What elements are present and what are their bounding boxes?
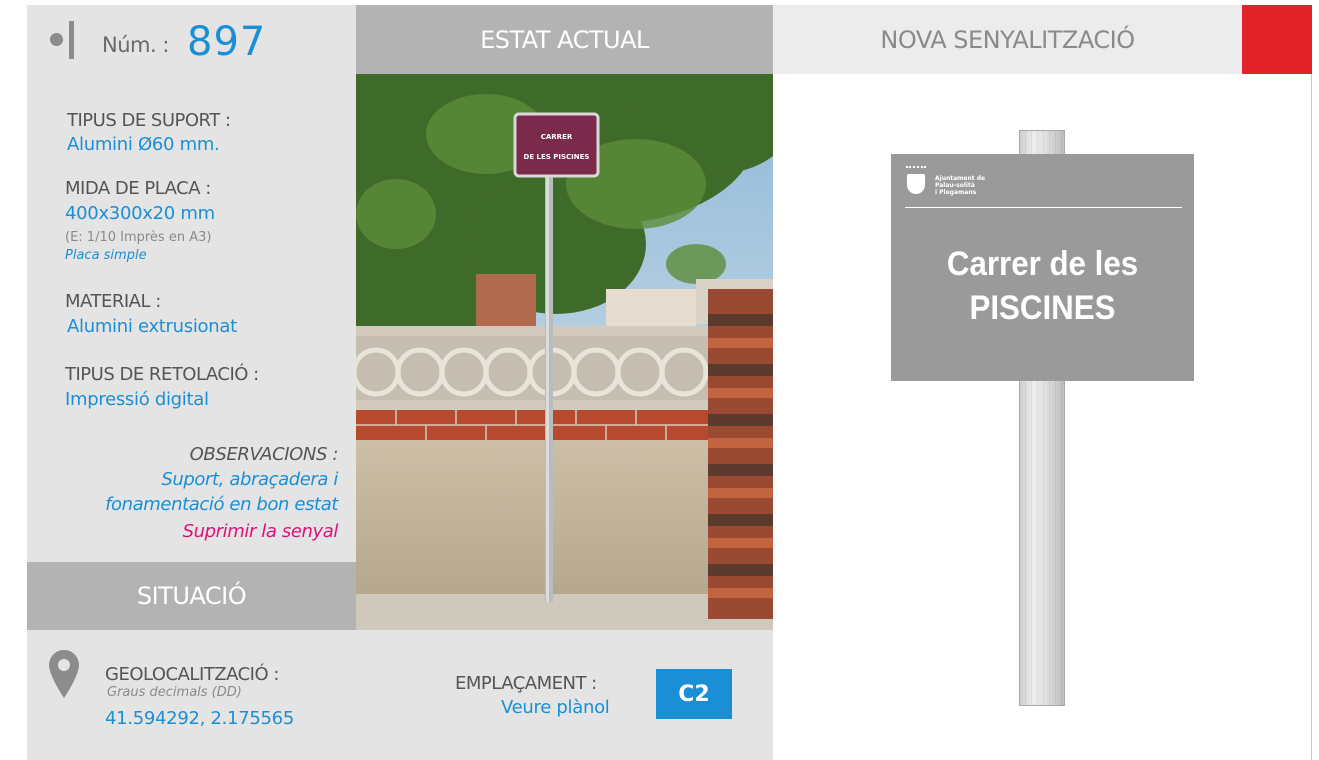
photo-sign-line-1: CARRER: [541, 133, 573, 141]
observacions-action: Suprimir la senyal: [182, 521, 339, 542]
location-pin-icon: [49, 650, 79, 698]
geolocalitzacio-format: Graus decimals (DD): [107, 685, 242, 700]
header-number-cell: Núm. : 897: [27, 5, 356, 74]
emplacament-code-badge: C2: [656, 669, 732, 719]
material-label: MATERIAL :: [65, 291, 161, 312]
municipal-shield-icon: [907, 174, 925, 194]
mida-placa-type: Placa simple: [65, 248, 147, 263]
geolocalitzacio-value: 41.594292, 2.175565: [105, 708, 294, 729]
observacions-line-1: Suport, abraçadera i: [161, 469, 338, 490]
vertical-bar-icon: [69, 21, 74, 59]
tipus-suport-value: Alumini Ø60 mm.: [67, 134, 220, 155]
veure-planol-link[interactable]: Veure plànol: [501, 697, 610, 718]
situacio-heading: SITUACIÓ: [27, 562, 356, 630]
new-sign-plate: Ajuntament de Palau-solità i Plegamans C…: [891, 154, 1194, 381]
new-sign-title-line-1: Carrer de les: [946, 245, 1139, 283]
observacions-line-2: fonamentació en bon estat: [105, 494, 338, 515]
mida-placa-scale: (E: 1/10 Imprès en A3): [65, 230, 212, 245]
mida-placa-label: MIDA DE PLACA :: [65, 178, 211, 199]
location-panel: GEOLOCALITZACIÓ : Graus decimals (DD) 41…: [27, 630, 773, 760]
number-value: 897: [187, 19, 267, 65]
logo-line-3: i Plegamans: [935, 189, 977, 196]
geolocalitzacio-label: GEOLOCALITZACIÓ :: [105, 664, 279, 685]
material-value: Alumini extrusionat: [67, 316, 237, 337]
current-sign-photo: CARRER DE LES PISCINES: [356, 74, 773, 630]
info-panel: TIPUS DE SUPORT : Alumini Ø60 mm. MIDA D…: [27, 74, 356, 562]
photo-sign-line-2: DE LES PISCINES: [524, 153, 590, 161]
logo-line-2: Palau-solità: [935, 182, 975, 189]
logo-line-1: Ajuntament de: [935, 175, 986, 182]
retolacio-label: TIPUS DE RETOLACIÓ :: [65, 364, 259, 385]
observacions-label: OBSERVACIONS :: [189, 444, 339, 465]
number-label: Núm. :: [102, 33, 169, 57]
tipus-suport-label: TIPUS DE SUPORT :: [67, 110, 231, 131]
new-sign-title-line-2: PISCINES: [969, 289, 1116, 327]
sign-divider: [905, 207, 1182, 208]
bullet-dot-icon: [50, 33, 63, 46]
retolacio-value: Impressió digital: [65, 389, 209, 410]
red-corner-block: [1242, 5, 1312, 74]
new-sign-title: Carrer de les PISCINES: [903, 242, 1182, 330]
nova-senyalitzacio-heading: NOVA SENYALITZACIÓ: [773, 5, 1242, 74]
crown-icon: [906, 166, 926, 173]
estat-actual-heading: ESTAT ACTUAL: [356, 5, 773, 74]
emplacament-label: EMPLAÇAMENT :: [455, 673, 597, 694]
mida-placa-value: 400x300x20 mm: [65, 203, 215, 224]
